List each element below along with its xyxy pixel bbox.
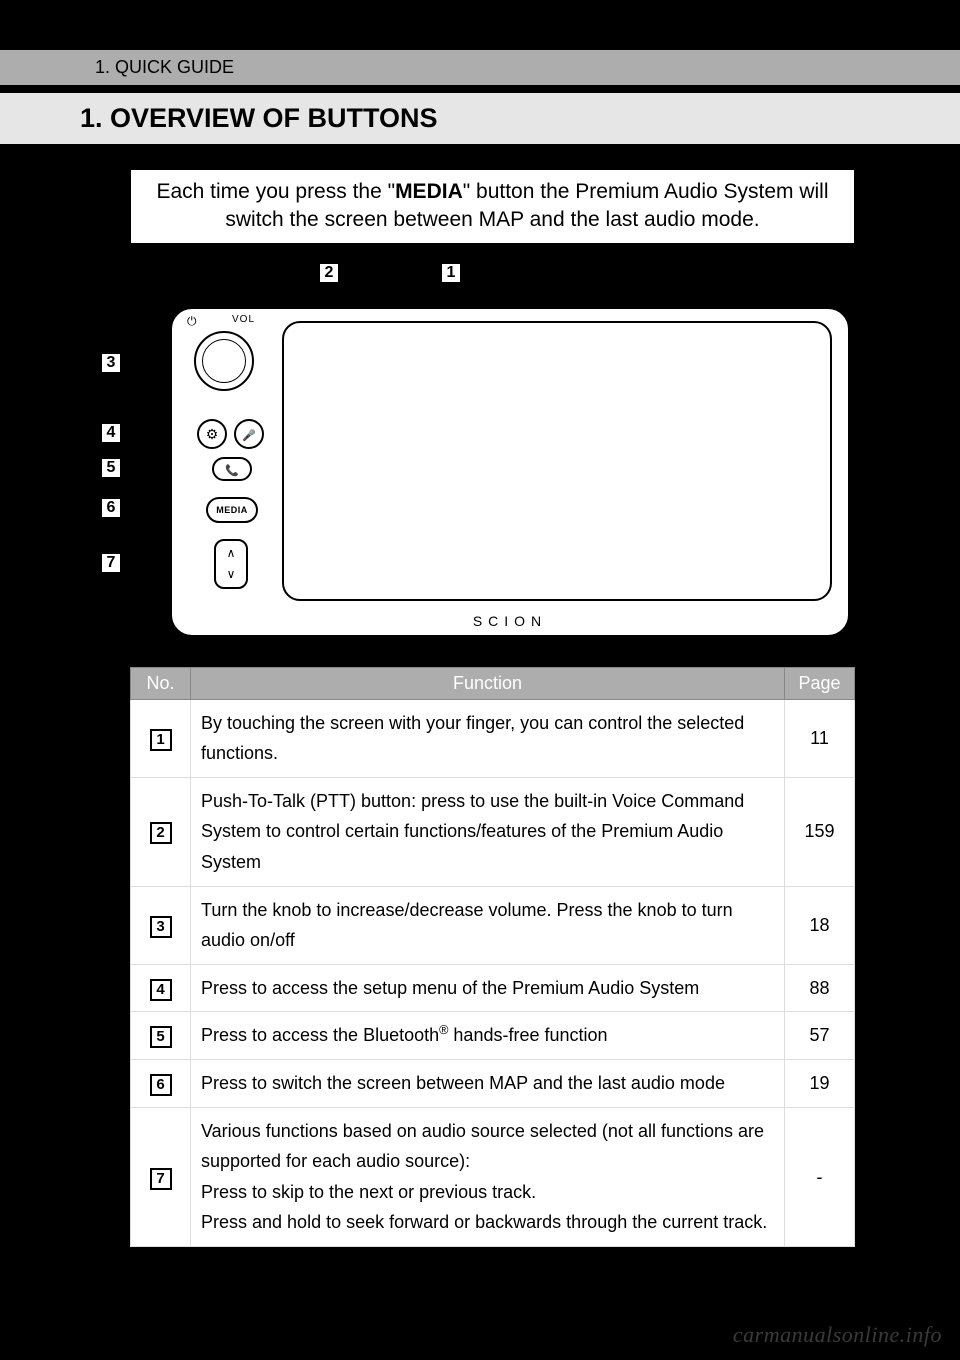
- mic-icon: 🎤: [242, 430, 256, 442]
- touchscreen: [282, 321, 832, 601]
- cell-no: 3: [131, 886, 191, 964]
- th-page: Page: [785, 667, 855, 699]
- number-box: 7: [150, 1168, 172, 1190]
- cell-no: 2: [131, 777, 191, 886]
- down-icon: ∨: [216, 568, 246, 581]
- ptt-button: 🎤: [234, 419, 264, 449]
- table-row: 7 Various functions based on audio source…: [131, 1107, 855, 1246]
- volume-knob-inner: [202, 339, 246, 383]
- cell-page: 19: [785, 1060, 855, 1108]
- callout-2: 2: [318, 262, 340, 284]
- info-bold: MEDIA: [395, 180, 463, 203]
- cell-no: 1: [131, 699, 191, 777]
- number-box: 5: [150, 1026, 172, 1048]
- functions-table-wrap: No. Function Page 1 By touching the scree…: [130, 667, 855, 1247]
- cell-page: 88: [785, 964, 855, 1012]
- brand-label: SCION: [473, 613, 547, 629]
- cell-function: Turn the knob to increase/decrease volum…: [191, 886, 785, 964]
- chapter-header: 1. QUICK GUIDE: [0, 50, 960, 85]
- cell-function: Press to access the Bluetooth® hands-fre…: [191, 1012, 785, 1060]
- cell-page: -: [785, 1107, 855, 1246]
- up-icon: ∧: [216, 547, 246, 560]
- table-body: 1 By touching the screen with your finger…: [131, 699, 855, 1246]
- cell-page: 18: [785, 886, 855, 964]
- cell-function: Various functions based on audio source …: [191, 1107, 785, 1246]
- th-no: No.: [131, 667, 191, 699]
- functions-table: No. Function Page 1 By touching the scree…: [130, 667, 855, 1247]
- callout-1: 1: [440, 262, 462, 284]
- number-box: 4: [150, 979, 172, 1001]
- table-row: 6 Press to switch the screen between MAP …: [131, 1060, 855, 1108]
- cell-page: 159: [785, 777, 855, 886]
- seek-updown-button: ∧ ∨: [214, 539, 248, 589]
- th-function: Function: [191, 667, 785, 699]
- cell-page: 11: [785, 699, 855, 777]
- callout-3: 3: [100, 352, 122, 374]
- callout-6: 6: [100, 497, 122, 519]
- number-box: 1: [150, 729, 172, 751]
- content-area: Each time you press the "MEDIA" button t…: [0, 169, 960, 1247]
- cell-function: Push-To-Talk (PTT) button: press to use …: [191, 777, 785, 886]
- page-title-text: 1. OVERVIEW OF BUTTONS: [80, 103, 438, 133]
- number-box: 2: [150, 822, 172, 844]
- power-icon: ⏻: [187, 314, 197, 329]
- cell-no: 6: [131, 1060, 191, 1108]
- phone-icon: 📞: [225, 465, 239, 477]
- chapter-header-text: 1. QUICK GUIDE: [95, 57, 234, 78]
- table-row: 5 Press to access the Bluetooth® hands-fr…: [131, 1012, 855, 1060]
- divider-strip: [0, 85, 960, 93]
- info-box: Each time you press the "MEDIA" button t…: [130, 169, 855, 244]
- callout-5: 5: [100, 457, 122, 479]
- cell-no: 4: [131, 964, 191, 1012]
- vol-label: VOL: [232, 314, 255, 325]
- callout-4: 4: [100, 422, 122, 444]
- table-row: 3 Turn the knob to increase/decrease volu…: [131, 886, 855, 964]
- table-row: 4 Press to access the setup menu of the P…: [131, 964, 855, 1012]
- cell-function: By touching the screen with your finger,…: [191, 699, 785, 777]
- cell-page: 57: [785, 1012, 855, 1060]
- volume-knob: [194, 331, 254, 391]
- table-row: 2 Push-To-Talk (PTT) button: press to use…: [131, 777, 855, 886]
- watermark: carmanualsonline.info: [733, 1322, 942, 1348]
- cell-no: 5: [131, 1012, 191, 1060]
- media-label: MEDIA: [216, 505, 248, 515]
- cell-function: Press to switch the screen between MAP a…: [191, 1060, 785, 1108]
- settings-button: ⚙: [197, 419, 227, 449]
- audio-device: ⏻ VOL ⚙ 🎤 📞 MEDIA ∧ ∨ SCION: [170, 307, 850, 637]
- top-black-spacer: [0, 0, 960, 50]
- media-button: MEDIA: [206, 497, 258, 523]
- phone-button: 📞: [212, 457, 252, 481]
- number-box: 6: [150, 1074, 172, 1096]
- gear-icon: ⚙: [206, 426, 219, 442]
- cell-no: 7: [131, 1107, 191, 1246]
- cell-function: Press to access the setup menu of the Pr…: [191, 964, 785, 1012]
- number-box: 3: [150, 916, 172, 938]
- info-prefix: Each time you press the ": [156, 180, 395, 203]
- device-diagram: 2 1 3 4 5 6 7 ⏻ VOL ⚙ 🎤: [100, 262, 865, 642]
- callout-7: 7: [100, 552, 122, 574]
- page-title: 1. OVERVIEW OF BUTTONS: [0, 93, 960, 144]
- table-row: 1 By touching the screen with your finger…: [131, 699, 855, 777]
